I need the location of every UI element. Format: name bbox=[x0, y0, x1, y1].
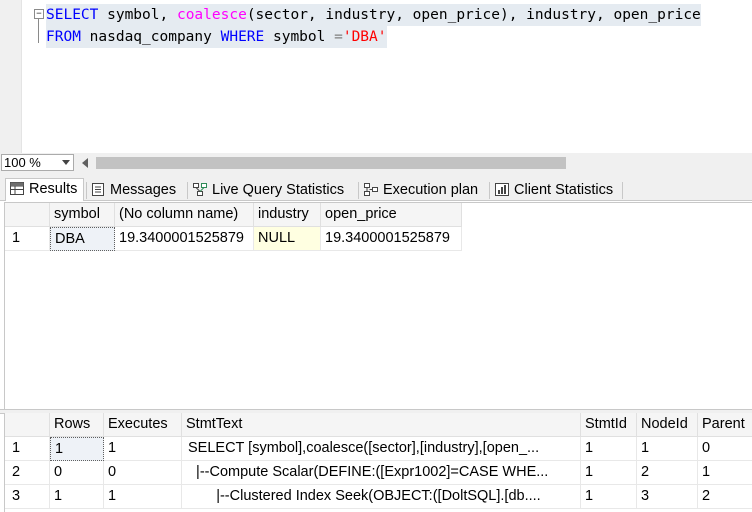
table-cell-industry-null[interactable]: NULL bbox=[254, 227, 321, 251]
corner-header[interactable] bbox=[5, 413, 50, 437]
column-header-stmtid[interactable]: StmtId bbox=[581, 413, 637, 437]
table-cell-executes[interactable]: 1 bbox=[104, 485, 182, 509]
tab-live-query-statistics[interactable]: Live Query Statistics bbox=[193, 180, 344, 201]
keyword-select: SELECT bbox=[46, 7, 99, 23]
scroll-left-icon[interactable] bbox=[82, 158, 88, 168]
chevron-down-icon bbox=[62, 160, 70, 165]
column-header-nodeid[interactable]: NodeId bbox=[637, 413, 698, 437]
results-tab-strip: Results Messages Live Query Statistics E… bbox=[0, 173, 752, 201]
query-editor[interactable]: − SELECT symbol, coalesce(sector, indust… bbox=[0, 0, 752, 153]
tab-results[interactable]: Results bbox=[5, 178, 84, 201]
column-header-industry[interactable]: industry bbox=[254, 203, 321, 227]
table-cell-nodeid[interactable]: 1 bbox=[637, 437, 698, 461]
function-coalesce: coalesce bbox=[176, 7, 247, 23]
table-cell-coalesce[interactable]: 19.3400001525879 bbox=[115, 227, 254, 251]
zoom-dropdown[interactable]: 100 % bbox=[1, 154, 74, 171]
collapse-toggle-icon[interactable]: − bbox=[34, 9, 44, 19]
messages-icon bbox=[92, 183, 104, 196]
query-line-1[interactable]: SELECT symbol, coalesce(sector, industry… bbox=[46, 4, 701, 26]
column-header-open-price[interactable]: open_price bbox=[321, 203, 462, 227]
table-cell-stmttext[interactable]: SELECT [symbol],coalesce([sector],[indus… bbox=[182, 437, 581, 461]
client-stats-icon bbox=[495, 183, 509, 196]
query-text: symbol bbox=[264, 29, 335, 45]
tab-divider bbox=[489, 182, 490, 199]
tab-messages[interactable]: Messages bbox=[91, 180, 176, 201]
table-cell-nodeid[interactable]: 2 bbox=[637, 461, 698, 485]
horizontal-scrollbar-thumb[interactable] bbox=[96, 157, 566, 169]
tab-label: Client Statistics bbox=[514, 182, 614, 198]
column-header-parent[interactable]: Parent bbox=[698, 413, 752, 437]
tab-divider bbox=[187, 182, 188, 199]
tab-label: Results bbox=[29, 181, 78, 197]
table-cell-stmttext[interactable]: |--Compute Scalar(DEFINE:([Expr1002]=CAS… bbox=[182, 461, 581, 485]
column-header-stmttext[interactable]: StmtText bbox=[182, 413, 581, 437]
keyword-where: WHERE bbox=[220, 29, 265, 45]
table-cell-executes[interactable]: 0 bbox=[104, 461, 182, 485]
table-cell-parent[interactable]: 0 bbox=[698, 437, 752, 461]
table-cell-stmtid[interactable]: 1 bbox=[581, 485, 637, 509]
operator-equals: = bbox=[334, 29, 343, 45]
results-grid[interactable]: symbol (No column name) industry open_pr… bbox=[4, 202, 752, 410]
query-line-2[interactable]: FROM nasdaq_company WHERE symbol ='DBA' bbox=[46, 26, 387, 48]
editor-gutter bbox=[0, 0, 22, 153]
grid-icon bbox=[10, 182, 24, 195]
table-cell-open-price[interactable]: 19.3400001525879 bbox=[321, 227, 462, 251]
row-number[interactable]: 1 bbox=[5, 437, 50, 461]
table-cell-rows[interactable]: 0 bbox=[50, 461, 104, 485]
tab-label: Execution plan bbox=[383, 182, 479, 198]
keyword-from: FROM bbox=[46, 29, 81, 45]
table-cell-stmtid[interactable]: 1 bbox=[581, 461, 637, 485]
table-cell-stmtid[interactable]: 1 bbox=[581, 437, 637, 461]
corner-header[interactable] bbox=[5, 203, 50, 227]
table-cell-stmttext[interactable]: |--Clustered Index Seek(OBJECT:([DoltSQL… bbox=[182, 485, 581, 509]
tab-divider bbox=[86, 182, 87, 199]
table-cell-parent[interactable]: 1 bbox=[698, 461, 752, 485]
table-cell-executes[interactable]: 1 bbox=[104, 437, 182, 461]
table-cell-symbol[interactable]: DBA bbox=[50, 227, 115, 251]
tab-label: Live Query Statistics bbox=[212, 182, 345, 198]
column-header-no-column-name[interactable]: (No column name) bbox=[115, 203, 254, 227]
table-cell-rows[interactable]: 1 bbox=[50, 437, 104, 461]
row-number[interactable]: 2 bbox=[5, 461, 50, 485]
tab-divider bbox=[358, 182, 359, 199]
editor-status-strip: 100 % bbox=[0, 153, 752, 173]
row-number[interactable]: 3 bbox=[5, 485, 50, 509]
row-number[interactable]: 1 bbox=[5, 227, 50, 251]
tab-label: Messages bbox=[110, 182, 177, 198]
column-header-symbol[interactable]: symbol bbox=[50, 203, 115, 227]
tab-execution-plan[interactable]: Execution plan bbox=[364, 180, 478, 201]
table-cell-nodeid[interactable]: 3 bbox=[637, 485, 698, 509]
string-literal: 'DBA' bbox=[342, 29, 387, 45]
execution-plan-icon bbox=[364, 183, 378, 196]
statistics-profile-grid[interactable]: Rows Executes StmtText StmtId NodeId Par… bbox=[4, 413, 752, 512]
table-cell-parent[interactable]: 2 bbox=[698, 485, 752, 509]
column-header-executes[interactable]: Executes bbox=[104, 413, 182, 437]
tab-divider bbox=[622, 182, 623, 199]
table-cell-rows[interactable]: 1 bbox=[50, 485, 104, 509]
query-text: , industry, open_price bbox=[508, 7, 701, 23]
query-text: symbol, bbox=[98, 7, 177, 23]
zoom-value: 100 % bbox=[4, 155, 41, 170]
tab-client-statistics[interactable]: Client Statistics bbox=[495, 180, 613, 201]
query-text: nasdaq_company bbox=[80, 29, 221, 45]
query-text: (sector, industry, open_price) bbox=[246, 7, 509, 23]
live-stats-icon bbox=[193, 183, 207, 196]
column-header-rows[interactable]: Rows bbox=[50, 413, 104, 437]
collapse-guide bbox=[38, 19, 39, 43]
